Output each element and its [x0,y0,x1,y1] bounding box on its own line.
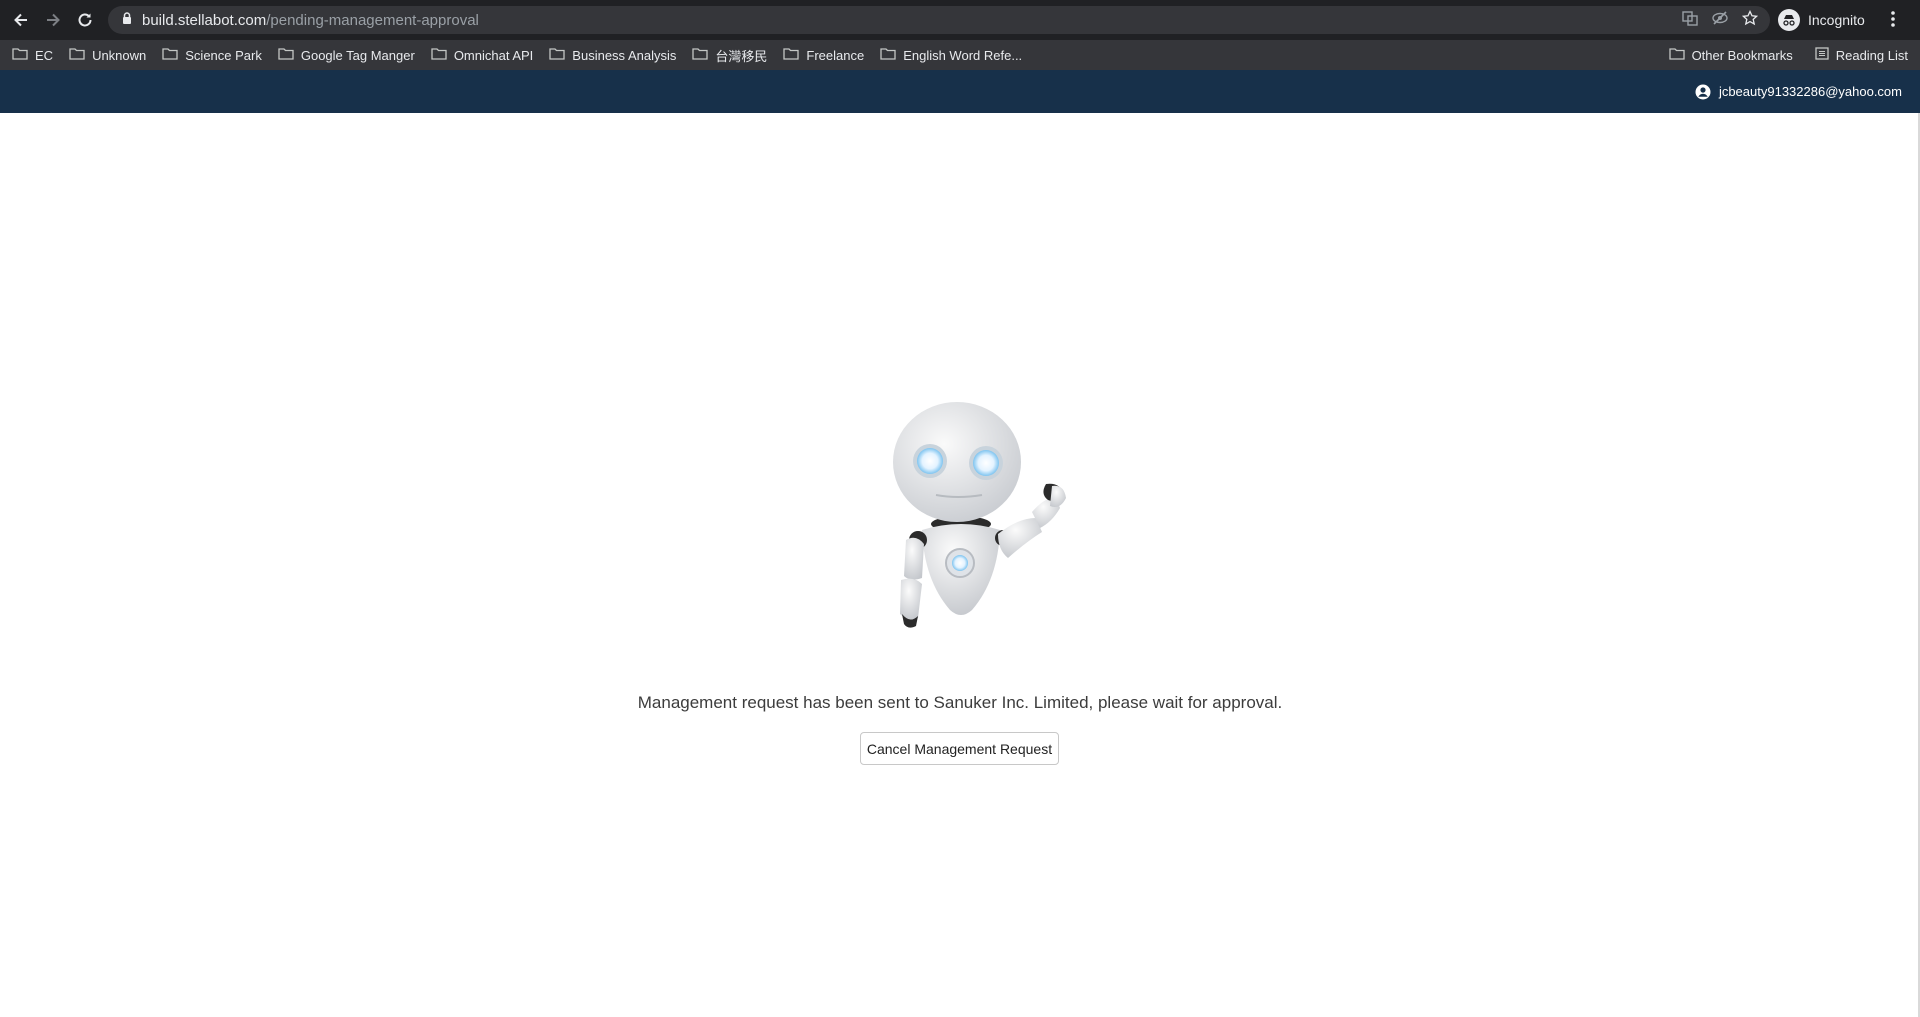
bookmark-folder[interactable]: Google Tag Manger [278,47,415,63]
incognito-icon [1778,9,1800,31]
user-email[interactable]: jcbeauty91332286@yahoo.com [1719,84,1902,99]
bookmark-label: 台灣移民 [715,48,768,64]
reading-list[interactable]: Reading List [1815,47,1908,63]
bookmark-label: EC [35,47,54,63]
url-path: /pending-management-approval [266,11,479,29]
folder-icon [692,47,709,63]
reading-list-label: Reading List [1835,47,1908,63]
user-account-icon[interactable] [1695,84,1711,100]
bookmark-label: Unknown [92,47,147,63]
bookmark-folder[interactable]: English Word Refe... [880,47,1022,63]
bookmark-folder[interactable]: 台灣移民 [692,46,767,65]
folder-icon [549,47,565,63]
url-host: build.stellabot.com [142,11,267,29]
folder-icon [783,47,800,63]
browser-toolbar: build.stellabot.com/pending-management-a… [0,0,1920,40]
cancel-management-request-button[interactable]: Cancel Management Request [860,732,1059,765]
reading-list-icon [1815,47,1829,63]
other-bookmarks-label: Other Bookmarks [1691,47,1793,63]
folder-icon [69,47,85,63]
folder-icon [162,47,178,63]
pending-approval-message: Management request has been sent to Sanu… [637,693,1283,712]
bookmark-label: Google Tag Manger [300,47,415,63]
bookmark-folder[interactable]: Science Park [162,47,262,63]
bookmarks-bar: EC Unknown Science Park Google Tag Mange… [0,40,1920,70]
translate-icon[interactable] [1682,10,1698,31]
bookmark-label: Business Analysis [572,47,677,63]
kebab-menu-icon[interactable] [1890,8,1896,35]
bookmark-folder[interactable]: EC [12,47,53,63]
forward-icon[interactable] [37,4,69,36]
bookmark-folder[interactable]: Freelance [783,47,864,63]
folder-icon [278,47,294,63]
folder-icon [1668,47,1685,63]
robot-illustration [893,402,1066,628]
reload-icon[interactable] [69,4,101,36]
eye-off-icon[interactable] [1712,10,1728,31]
bookmark-folder[interactable]: Unknown [69,47,146,63]
folder-icon [431,47,447,63]
bookmark-label: Omnichat API [453,47,534,63]
star-icon[interactable] [1741,9,1759,31]
folder-icon [12,47,28,63]
bookmark-label: English Word Refe... [903,47,1023,63]
incognito-profile[interactable]: Incognito [1778,6,1865,34]
back-icon[interactable] [5,4,37,36]
bookmark-label: Science Park [185,47,262,63]
bookmark-label: Freelance [806,47,865,63]
folder-icon [880,47,896,63]
address-bar[interactable]: build.stellabot.com/pending-management-a… [108,6,1770,34]
other-bookmarks[interactable]: Other Bookmarks [1668,47,1793,63]
bookmark-folder[interactable]: Omnichat API [431,47,533,63]
incognito-label: Incognito [1808,12,1865,28]
lock-icon [122,11,132,29]
bookmark-folder[interactable]: Business Analysis [549,47,676,63]
app-header: jcbeauty91332286@yahoo.com [0,70,1920,113]
